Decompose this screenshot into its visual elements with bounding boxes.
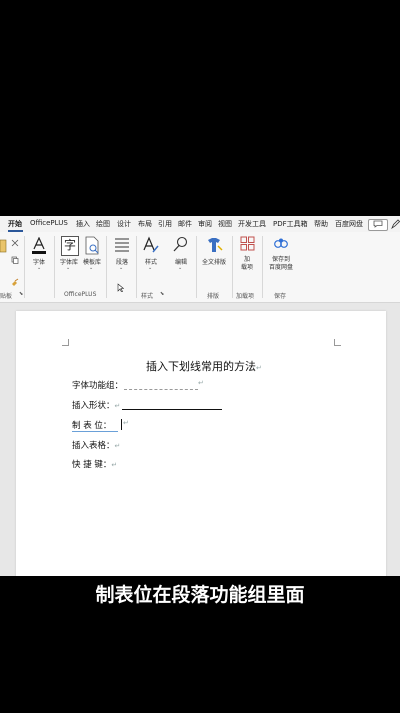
tab-officeplus[interactable]: OfficePLUS [30,219,68,227]
paragraph-mark: ↵ [114,402,121,410]
document-title: 插入下划线常用的方法↵ [146,358,262,374]
baidu-netdisk-icon[interactable] [273,237,289,249]
format-painter-icon[interactable] [11,278,19,286]
paragraph-mark: ↵ [123,419,129,427]
mouse-cursor-icon [117,283,124,292]
tab-home[interactable]: 开始 [8,219,22,229]
styles-icon[interactable] [142,236,160,255]
edit-dropdown-icon[interactable]: ⌄ [178,265,182,271]
group-label-clipboard: 贴板 [0,293,13,300]
dotted-underline [124,389,198,390]
separator [106,236,107,298]
tab-developer[interactable]: 开发工具 [238,219,266,229]
cut-icon[interactable] [11,239,19,247]
full-layout-label[interactable]: 全文排版 [199,257,229,266]
styles-launcher-icon[interactable]: ⬊ [160,291,164,297]
document-page[interactable]: 插入下划线常用的方法↵ 字体功能组： ↵ 插入形状：↵ 制 表 位： ↵ 插入表 [16,311,386,576]
font-dropdown-icon[interactable]: ⌄ [37,265,41,271]
line-label: 快 捷 键： [72,460,112,470]
ribbon: 贴板 ⬊ 字体 ⌄ 字 字体库 ⌄ 模板库 ⌄ OfficePLUS 段落 ⌄ … [0,232,400,303]
margin-corner-mark [334,339,341,346]
tab-mailings[interactable]: 邮件 [178,219,192,229]
subtitle-text: 制表位在段落功能组里面 [95,584,305,606]
tab-review[interactable]: 审阅 [198,219,212,229]
template-library-icon[interactable] [84,236,100,255]
group-label-officeplus: OfficePLUS [64,291,97,298]
group-label-styles: 样式 [141,293,154,300]
line-insert-shape: 插入形状：↵ [72,399,120,411]
font-button[interactable] [32,236,46,255]
text-cursor [121,419,122,430]
line-font-group: 字体功能组： [72,379,123,391]
paragraph-dropdown-icon[interactable]: ⌄ [119,265,123,271]
paste-icon[interactable] [0,238,8,254]
selection-underline [72,431,118,432]
group-label-layout: 排版 [207,293,220,300]
tab-pdf-tools[interactable]: PDF工具箱 [273,219,308,229]
tab-view[interactable]: 视图 [218,219,232,229]
separator [232,236,233,298]
shape-underline [122,409,222,410]
line-shortcut: 快 捷 键：↵ [72,458,117,470]
paragraph-mark: ↵ [198,379,204,387]
line-label: 制 表 位： [72,421,112,431]
line-label: 插入表格： [72,441,115,451]
separator [262,236,263,298]
styles-dropdown-icon[interactable]: ⌄ [148,265,152,271]
line-label: 字体功能组： [72,381,124,391]
font-library-dropdown-icon[interactable]: ⌄ [66,265,70,271]
separator [54,236,55,298]
tab-design[interactable]: 设计 [117,219,131,229]
tab-baidu-netdisk[interactable]: 百度网盘 [335,219,363,229]
line-insert-table: 插入表格：↵ [72,439,120,451]
ribbon-tab-bar: 开始 OfficePLUS 插入 绘图 设计 布局 引用 邮件 审阅 视图 开发… [0,216,400,232]
tab-references[interactable]: 引用 [158,219,172,229]
margin-corner-mark [62,339,69,346]
font-icon [32,236,46,254]
word-window: 开始 OfficePLUS 插入 绘图 设计 布局 引用 邮件 审阅 视图 开发… [0,216,400,576]
tab-draw[interactable]: 绘图 [96,219,110,229]
paragraph-mark: ↵ [114,442,121,450]
save-to-baidu-label[interactable]: 保存到 百度网盘 [266,256,296,272]
group-label-save: 保存 [274,293,287,300]
comments-button[interactable] [368,219,388,231]
template-library-dropdown-icon[interactable]: ⌄ [89,265,93,271]
line-tab-stop: 制 表 位： [72,419,111,431]
tab-layout[interactable]: 布局 [138,219,152,229]
separator [196,236,197,298]
separator [24,236,25,298]
paragraph-mark: ↵ [256,364,262,372]
addins-icon[interactable] [240,236,255,251]
video-subtitle: 制表位在段落功能组里面 [0,580,400,607]
paragraph-icon[interactable] [114,237,130,253]
document-area: 插入下划线常用的方法↵ 字体功能组： ↵ 插入形状：↵ 制 表 位： ↵ 插入表 [0,303,400,576]
search-icon[interactable] [173,236,189,253]
document-title-text: 插入下划线常用的方法 [146,360,256,373]
clipboard-launcher-icon[interactable]: ⬊ [19,291,23,297]
line-label: 插入形状： [72,401,115,411]
addins-label[interactable]: 加 载项 [238,256,256,272]
full-layout-icon[interactable] [205,236,223,254]
group-label-addins: 加载项 [236,293,255,300]
tab-help[interactable]: 帮助 [314,219,328,229]
copy-icon[interactable] [11,256,19,264]
comment-icon [373,220,383,228]
edit-mode-icon[interactable] [391,219,400,229]
font-library-icon[interactable]: 字 [61,236,79,256]
tab-insert[interactable]: 插入 [76,219,90,229]
separator [136,236,137,298]
paragraph-mark: ↵ [111,461,118,469]
